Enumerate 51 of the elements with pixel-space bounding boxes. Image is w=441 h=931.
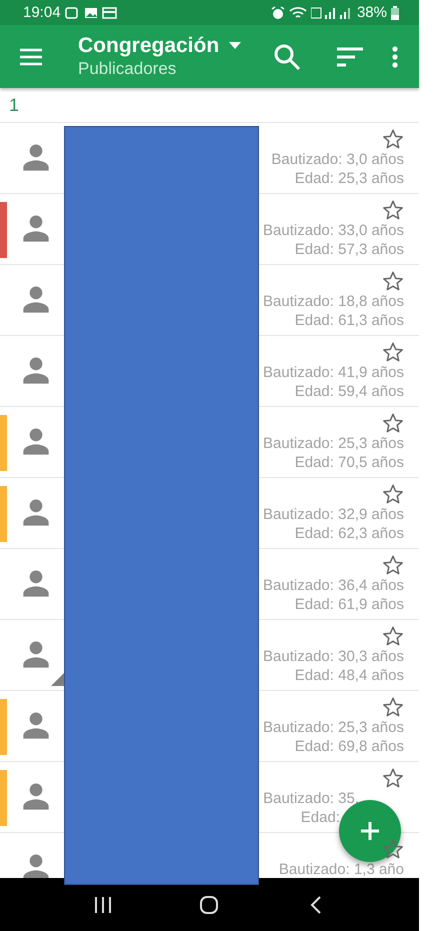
app-title[interactable]: Congregación bbox=[78, 34, 220, 58]
signal-icon bbox=[310, 6, 353, 20]
age-text: Edad: bbox=[300, 808, 340, 827]
age-text: Edad: 69,8 años bbox=[294, 737, 404, 756]
baptized-text: Bautizado: 33,0 años bbox=[263, 221, 404, 240]
star-icon[interactable] bbox=[382, 554, 404, 576]
baptized-text: Bautizado: 35, bbox=[263, 789, 359, 808]
star-icon[interactable] bbox=[382, 625, 404, 647]
dropdown-icon[interactable] bbox=[229, 42, 242, 49]
baptized-text: Bautizado: 25,3 años bbox=[263, 434, 404, 453]
star-icon[interactable] bbox=[382, 696, 404, 718]
sort-icon bbox=[337, 46, 363, 66]
recent-apps-icon bbox=[94, 896, 112, 914]
age-text: Edad: 61,3 años bbox=[294, 311, 404, 330]
baptized-text: Bautizado: 18,8 años bbox=[263, 292, 404, 311]
star-icon[interactable] bbox=[382, 483, 404, 505]
notification-icons bbox=[64, 6, 119, 20]
baptized-text: Bautizado: 1,3 año bbox=[278, 860, 404, 878]
star-icon[interactable] bbox=[382, 767, 404, 789]
age-text: Edad: 70,5 años bbox=[294, 453, 404, 472]
age-text: Edad: 62,3 años bbox=[294, 524, 404, 543]
home-icon bbox=[199, 894, 220, 914]
battery-icon bbox=[391, 6, 399, 20]
back-icon bbox=[310, 894, 322, 914]
baptized-text: Bautizado: 3,0 años bbox=[271, 150, 404, 169]
baptized-text: Bautizado: 36,4 años bbox=[263, 576, 404, 595]
clock-time: 19:04 bbox=[23, 4, 61, 21]
age-text: Edad: 59,4 años bbox=[294, 382, 404, 401]
star-icon[interactable] bbox=[382, 199, 404, 221]
more-icon bbox=[392, 46, 398, 68]
star-icon[interactable] bbox=[382, 128, 404, 150]
plus-icon bbox=[360, 821, 380, 841]
age-text: Edad: 48,4 años bbox=[294, 666, 404, 685]
baptized-text: Bautizado: 25,3 años bbox=[263, 718, 404, 737]
star-icon[interactable] bbox=[382, 412, 404, 434]
baptized-text: Bautizado: 32,9 años bbox=[263, 505, 404, 524]
star-icon[interactable] bbox=[382, 270, 404, 292]
alarm-icon bbox=[270, 6, 285, 20]
section-header: 1 bbox=[9, 94, 20, 116]
age-text: Edad: 57,3 años bbox=[294, 240, 404, 259]
age-text: Edad: 61,9 años bbox=[294, 595, 404, 614]
app-subtitle: Publicadores bbox=[78, 58, 178, 80]
wifi-icon bbox=[288, 6, 307, 20]
search-icon bbox=[273, 42, 301, 70]
age-text: Edad: 25,3 años bbox=[294, 169, 404, 188]
star-icon[interactable] bbox=[382, 838, 404, 860]
star-icon[interactable] bbox=[382, 341, 404, 363]
baptized-text: Bautizado: 30,3 años bbox=[263, 647, 404, 666]
menu-icon bbox=[19, 48, 43, 66]
baptized-text: Bautizado: 41,9 años bbox=[263, 363, 404, 382]
battery-level: 38% bbox=[356, 4, 387, 21]
